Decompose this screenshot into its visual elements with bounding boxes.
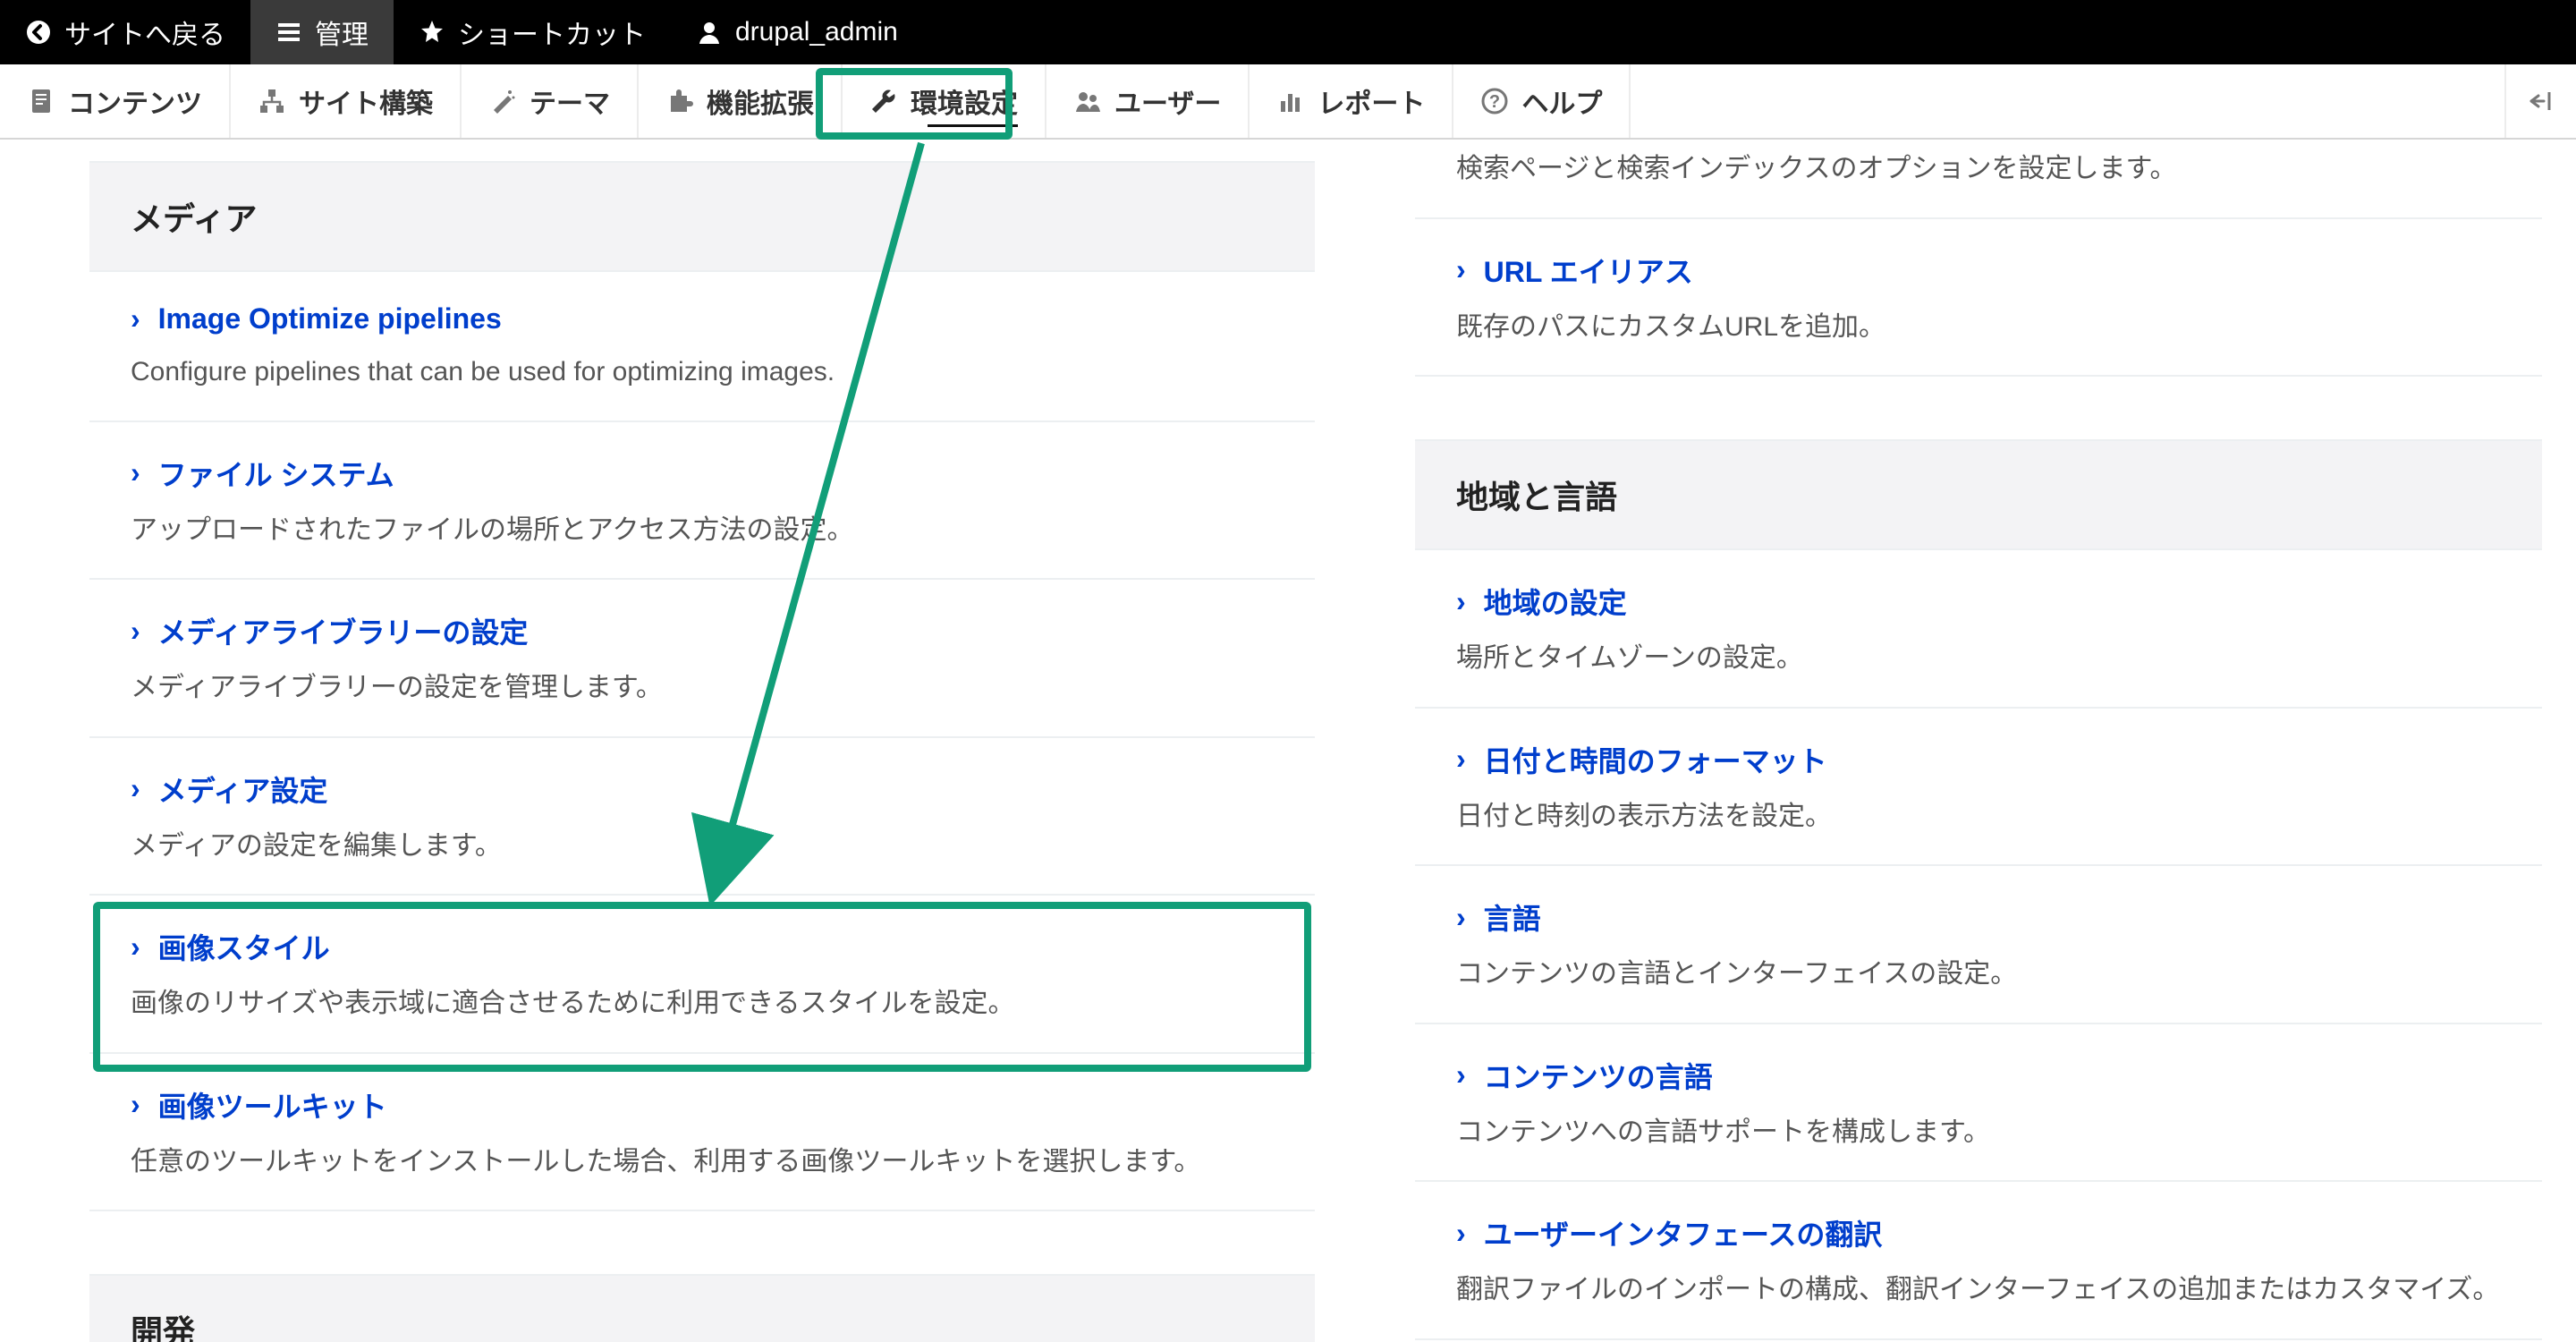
desc-regional-settings: 場所とタイムゾーンの設定。 [1456, 638, 2501, 680]
tab-config-label: 環境設定 [911, 81, 1018, 121]
config-page: メディア › Image Optimize pipelines Configur… [0, 140, 2576, 1342]
chevron-right-icon: › [131, 456, 140, 489]
chevron-right-icon: › [1456, 585, 1466, 618]
section-region: 地域と言語 [1415, 439, 2542, 550]
row-url-alias[interactable]: › URL エイリアス 既存のパスにカスタムURLを追加。 [1415, 219, 2542, 378]
user-menu[interactable]: drupal_admin [671, 0, 923, 64]
adminbar-spacer [1631, 64, 2504, 138]
link-content-language[interactable]: コンテンツの言語 [1484, 1055, 1713, 1096]
back-label: サイトへ戻る [64, 13, 225, 52]
tab-appearance[interactable]: テーマ [462, 64, 639, 138]
row-media-library[interactable]: › メディアライブラリーの設定 メディアライブラリーの設定を管理します。 [89, 580, 1315, 738]
tab-extend[interactable]: 機能拡張 [639, 64, 843, 138]
collapse-icon [2528, 88, 2555, 115]
chevron-right-icon: › [1456, 1217, 1466, 1250]
row-regional-settings[interactable]: › 地域の設定 場所とタイムゾーンの設定。 [1415, 550, 2542, 709]
toolbar-collapse[interactable] [2504, 64, 2576, 138]
row-search-settings[interactable]: 検索ページと検索インデックスのオプションを設定します。 [1415, 140, 2542, 219]
chevron-right-icon: › [1456, 743, 1466, 776]
link-language[interactable]: 言語 [1484, 896, 1541, 938]
wrench-icon [869, 87, 898, 115]
row-image-styles[interactable]: › 画像スタイル 画像のリサイズや表示域に適合させるために利用できるスタイルを設… [89, 896, 1315, 1054]
tab-structure-label: サイト構築 [299, 81, 433, 121]
row-date-format[interactable]: › 日付と時間のフォーマット 日付と時刻の表示方法を設定。 [1415, 709, 2542, 867]
chevron-right-icon: › [1456, 253, 1466, 286]
desc-language: コンテンツの言語とインターフェイスの設定。 [1456, 954, 2501, 996]
hamburger-icon [275, 19, 302, 46]
content-icon [27, 87, 55, 115]
chart-icon [1276, 87, 1305, 115]
link-date-format[interactable]: 日付と時間のフォーマット [1484, 739, 1827, 780]
link-url-alias[interactable]: URL エイリアス [1484, 250, 1693, 291]
link-file-system[interactable]: ファイル システム [158, 453, 394, 494]
tab-content[interactable]: コンテンツ [0, 64, 231, 138]
desc-image-toolkit: 任意のツールキットをインストールした場合、利用する画像ツールキットを選択します。 [131, 1142, 1274, 1184]
desc-url-alias: 既存のパスにカスタムURLを追加。 [1456, 307, 2501, 349]
tab-content-label: コンテンツ [68, 81, 202, 121]
tab-extend-label: 機能拡張 [707, 81, 814, 121]
chevron-right-icon: › [131, 930, 140, 964]
tab-reports-label: レポート [1318, 81, 1425, 121]
people-icon [1073, 87, 1102, 115]
chevron-right-icon: › [131, 772, 140, 805]
tab-config-underline [928, 124, 1018, 127]
link-media-settings[interactable]: メディア設定 [158, 769, 328, 810]
section-dev: 開発 [89, 1274, 1315, 1342]
back-icon [25, 19, 52, 46]
puzzle-icon [665, 87, 694, 115]
desc-image-optimize: Configure pipelines that can be used for… [131, 352, 1274, 394]
tab-help[interactable]: ? ヘルプ [1453, 64, 1631, 138]
tab-people-label: ユーザー [1114, 81, 1221, 121]
tab-reports[interactable]: レポート [1250, 64, 1453, 138]
desc-media-settings: メディアの設定を編集します。 [131, 826, 1274, 868]
right-column: 検索ページと検索インデックスのオプションを設定します。 › URL エイリアス … [1415, 140, 2542, 1340]
tab-people[interactable]: ユーザー [1046, 64, 1250, 138]
desc-date-format: 日付と時刻の表示方法を設定。 [1456, 796, 2501, 838]
row-language[interactable]: › 言語 コンテンツの言語とインターフェイスの設定。 [1415, 866, 2542, 1024]
link-image-optimize[interactable]: Image Optimize pipelines [158, 302, 502, 336]
user-label: drupal_admin [735, 17, 898, 47]
row-image-optimize[interactable]: › Image Optimize pipelines Configure pip… [89, 272, 1315, 422]
link-image-toolkit[interactable]: 画像ツールキット [158, 1084, 387, 1125]
manage-toggle[interactable]: 管理 [250, 0, 394, 64]
desc-file-system: アップロードされたファイルの場所とアクセス方法の設定。 [131, 510, 1274, 552]
row-file-system[interactable]: › ファイル システム アップロードされたファイルの場所とアクセス方法の設定。 [89, 422, 1315, 581]
chevron-right-icon: › [1456, 901, 1466, 934]
desc-search-settings: 検索ページと検索インデックスのオプションを設定します。 [1456, 149, 2501, 191]
desc-content-language: コンテンツへの言語サポートを構成します。 [1456, 1112, 2501, 1154]
manage-label: 管理 [315, 13, 369, 52]
row-ui-translation[interactable]: › ユーザーインタフェースの翻訳 翻訳ファイルのインポートの構成、翻訳インターフ… [1415, 1182, 2542, 1340]
desc-ui-translation: 翻訳ファイルのインポートの構成、翻訳インターフェイスの追加またはカスタマイズ。 [1456, 1270, 2501, 1312]
desc-media-library: メディアライブラリーの設定を管理します。 [131, 667, 1274, 709]
help-icon: ? [1480, 87, 1509, 115]
section-media: メディア [89, 161, 1315, 272]
shortcuts[interactable]: ショートカット [394, 0, 671, 64]
back-to-site[interactable]: サイトへ戻る [0, 0, 250, 64]
link-regional-settings[interactable]: 地域の設定 [1484, 581, 1627, 622]
desc-image-styles: 画像のリサイズや表示域に適合させるために利用できるスタイルを設定。 [131, 983, 1274, 1025]
tab-appearance-label: テーマ [530, 81, 610, 121]
tab-config[interactable]: 環境設定 [843, 64, 1046, 138]
tab-help-label: ヘルプ [1521, 81, 1602, 121]
star-icon [419, 19, 445, 46]
wand-icon [488, 87, 517, 115]
user-icon [696, 19, 723, 46]
row-image-toolkit[interactable]: › 画像ツールキット 任意のツールキットをインストールした場合、利用する画像ツー… [89, 1054, 1315, 1212]
row-media-settings[interactable]: › メディア設定 メディアの設定を編集します。 [89, 738, 1315, 896]
admin-topbar: サイトへ戻る 管理 ショートカット drupal_admin [0, 0, 2576, 64]
left-column: メディア › Image Optimize pipelines Configur… [89, 140, 1315, 1342]
shortcuts-label: ショートカット [458, 13, 646, 52]
structure-icon [258, 87, 286, 115]
admin-menu: コンテンツ サイト構築 テーマ 機能拡張 環境設定 ユーザー レポ [0, 64, 2576, 140]
row-content-language[interactable]: › コンテンツの言語 コンテンツへの言語サポートを構成します。 [1415, 1024, 2542, 1183]
svg-text:?: ? [1489, 92, 1500, 112]
link-ui-translation[interactable]: ユーザーインタフェースの翻訳 [1484, 1212, 1883, 1253]
chevron-right-icon: › [131, 1088, 140, 1121]
link-image-styles[interactable]: 画像スタイル [158, 926, 330, 967]
tab-structure[interactable]: サイト構築 [231, 64, 462, 138]
chevron-right-icon: › [1456, 1058, 1466, 1091]
chevron-right-icon: › [131, 302, 140, 336]
link-media-library[interactable]: メディアライブラリーの設定 [158, 610, 529, 651]
chevron-right-icon: › [131, 615, 140, 648]
